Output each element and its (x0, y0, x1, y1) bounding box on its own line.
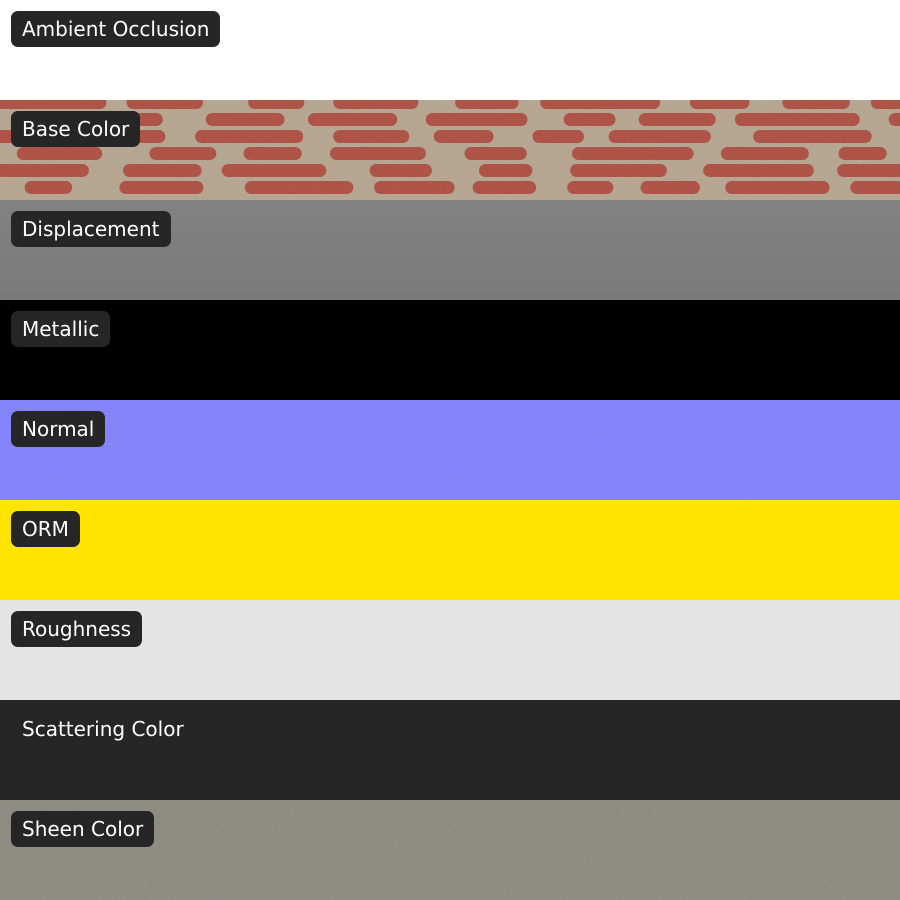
map-orm: ORM (0, 500, 900, 600)
map-label: Metallic (11, 311, 111, 347)
texture-map-list: Ambient Occlusion Base Color Displacemen… (0, 0, 900, 900)
map-swatch (0, 400, 900, 500)
map-label: Scattering Color (11, 711, 195, 747)
map-swatch (0, 500, 900, 600)
map-roughness: Roughness (0, 600, 900, 700)
map-swatch (0, 300, 900, 400)
map-label: Displacement (11, 211, 171, 247)
map-label: Sheen Color (11, 811, 155, 847)
map-label: Ambient Occlusion (11, 11, 221, 47)
map-base-color: Base Color (0, 100, 900, 200)
map-scattering-color: Scattering Color (0, 700, 900, 800)
map-label: Normal (11, 411, 106, 447)
map-label: ORM (11, 511, 80, 547)
map-displacement: Displacement (0, 200, 900, 300)
map-ambient-occlusion: Ambient Occlusion (0, 0, 900, 100)
map-label: Base Color (11, 111, 141, 147)
map-sheen-color: Sheen Color (0, 800, 900, 900)
map-label: Roughness (11, 611, 143, 647)
map-metallic: Metallic (0, 300, 900, 400)
map-normal: Normal (0, 400, 900, 500)
